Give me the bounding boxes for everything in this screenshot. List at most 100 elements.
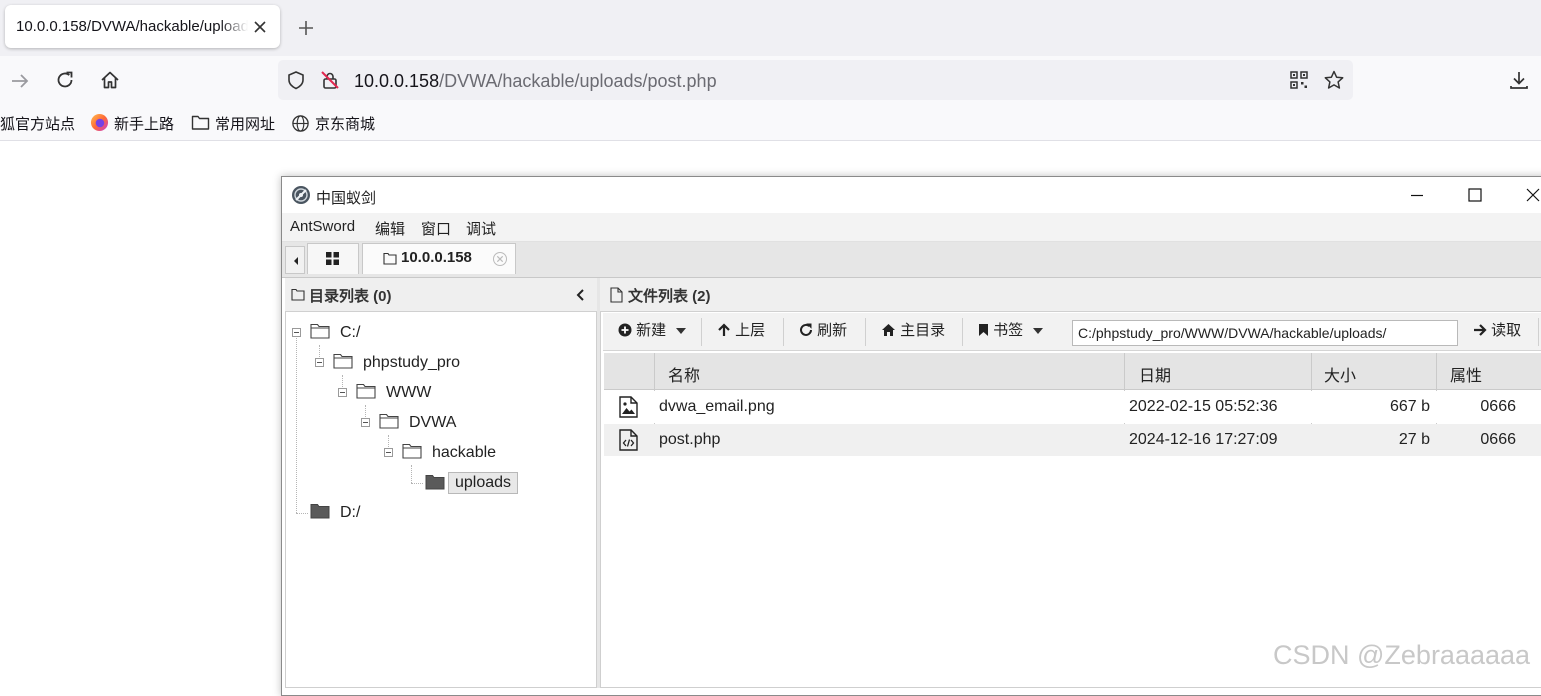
minimize-icon[interactable] xyxy=(1409,187,1425,203)
bookmark-icon xyxy=(979,324,988,336)
window-title: 中国蚁剑 xyxy=(316,190,377,207)
close-window-icon[interactable] xyxy=(1525,187,1541,203)
url-path: /DVWA/hackable/uploads/post.php xyxy=(439,71,717,91)
folder-outline-icon xyxy=(291,288,305,301)
column-header-attr[interactable]: 属性 xyxy=(1450,362,1482,386)
url-host: 10.0.0.158 xyxy=(354,71,440,91)
collapse-toggle-icon[interactable] xyxy=(292,328,301,337)
menu-window[interactable]: 窗口 xyxy=(421,218,451,239)
collapse-toggle-icon[interactable] xyxy=(338,388,347,397)
file-size: 27 b xyxy=(1398,431,1430,448)
file-size: 667 b xyxy=(1389,398,1430,415)
shield-icon[interactable] xyxy=(286,70,306,90)
collapse-toggle-icon[interactable] xyxy=(384,448,393,457)
menu-debug[interactable]: 调试 xyxy=(466,218,496,239)
file-row[interactable]: dvwa_email.png 2022-02-15 05:52:36 667 b… xyxy=(604,391,1541,423)
tree-node-phpstudy-pro[interactable]: phpstudy_pro xyxy=(313,352,513,374)
folder-filled-icon xyxy=(310,504,330,519)
menu-edit[interactable]: 编辑 xyxy=(375,218,405,239)
up-level-button[interactable]: 上层 xyxy=(717,321,765,341)
file-outline-icon xyxy=(610,287,623,303)
folder-open-icon xyxy=(356,383,376,399)
menu-antsword[interactable]: AntSword xyxy=(290,218,355,235)
file-attr: 0666 xyxy=(1480,398,1516,415)
qr-code-icon[interactable] xyxy=(1289,70,1309,90)
file-name: dvwa_email.png xyxy=(659,398,775,415)
antsword-logo-icon xyxy=(292,186,310,204)
watermark: CSDN @Zebraaaaaa xyxy=(1273,640,1531,670)
column-header-date[interactable]: 日期 xyxy=(1139,362,1171,386)
new-button-label: 新建 xyxy=(636,322,667,339)
grid-icon xyxy=(326,252,339,265)
window-titlebar[interactable] xyxy=(282,177,1541,213)
column-header-name[interactable]: 名称 xyxy=(668,362,700,386)
url-text[interactable]: 10.0.0.158/DVWA/hackable/uploads/post.ph… xyxy=(354,71,717,92)
folder-filled-icon xyxy=(425,475,445,490)
collapse-toggle-icon[interactable] xyxy=(315,358,324,367)
close-tab-icon[interactable] xyxy=(251,18,269,36)
tree-node-label: phpstudy_pro xyxy=(363,354,460,371)
bookmark-jd-mall[interactable]: 京东商城 xyxy=(315,113,375,134)
column-header-size[interactable]: 大小 xyxy=(1324,362,1356,386)
new-tab-icon[interactable] xyxy=(296,18,316,38)
file-row[interactable]: post.php 2024-12-16 17:27:09 27 b 0666 xyxy=(604,424,1541,456)
new-button[interactable]: 新建 xyxy=(618,321,687,341)
code-file-icon xyxy=(619,429,638,451)
refresh-label: 刷新 xyxy=(817,322,848,339)
file-name: post.php xyxy=(659,431,721,448)
firefox-icon xyxy=(90,113,109,132)
home-icon[interactable] xyxy=(99,69,121,91)
bookmark-label: 书签 xyxy=(993,322,1024,339)
folder-icon xyxy=(191,115,210,130)
tree-node-www[interactable]: WWW xyxy=(336,382,516,404)
bookmark-firefox-official[interactable]: 狐官方站点 xyxy=(0,113,75,134)
tab-title: 10.0.0.158/DVWA/hackable/uploads/post.ph… xyxy=(16,18,248,35)
session-tab[interactable]: 10.0.0.158 xyxy=(362,243,516,274)
bookmark-common-sites[interactable]: 常用网址 xyxy=(215,113,275,134)
tree-node-label: uploads xyxy=(448,472,519,494)
dashboard-tab[interactable] xyxy=(307,243,359,274)
arrow-right-icon xyxy=(1474,324,1487,336)
forward-icon[interactable] xyxy=(9,70,31,92)
path-input[interactable] xyxy=(1072,320,1458,346)
file-attr: 0666 xyxy=(1480,431,1516,448)
refresh-button[interactable]: 刷新 xyxy=(799,321,847,341)
insecure-lock-icon[interactable] xyxy=(320,70,340,90)
tree-node-d-drive[interactable]: D:/ xyxy=(309,502,429,524)
caret-down-icon xyxy=(676,328,687,334)
maximize-icon[interactable] xyxy=(1467,187,1483,203)
folder-open-icon xyxy=(310,323,330,339)
arrow-up-icon xyxy=(718,323,730,336)
folder-open-icon xyxy=(379,413,399,429)
browser-tab[interactable]: 10.0.0.158/DVWA/hackable/uploads/post.ph… xyxy=(5,5,280,48)
star-bookmark-icon[interactable] xyxy=(1323,69,1345,91)
reload-icon[interactable] xyxy=(54,69,76,91)
tab-scroll-left-button[interactable] xyxy=(285,246,305,274)
collapse-toggle-icon[interactable] xyxy=(361,418,370,427)
session-tab-label: 10.0.0.158 xyxy=(401,249,472,266)
download-icon[interactable] xyxy=(1508,69,1530,91)
plus-circle-icon xyxy=(618,323,632,337)
home-dir-button[interactable]: 主目录 xyxy=(881,321,945,341)
image-file-icon xyxy=(619,396,638,418)
bookmark-getting-started[interactable]: 新手上路 xyxy=(114,113,174,134)
tree-node-label: WWW xyxy=(386,384,432,401)
directory-panel-header: 目录列表 (0) xyxy=(285,278,597,312)
tree-node-dvwa[interactable]: DVWA xyxy=(359,412,519,434)
directory-panel-title: 目录列表 (0) xyxy=(309,288,392,305)
home-dir-label: 主目录 xyxy=(900,322,946,339)
tree-node-label: C:/ xyxy=(340,324,361,341)
caret-left-icon xyxy=(294,257,298,265)
caret-down-icon xyxy=(1033,328,1044,334)
folder-open-icon xyxy=(333,353,353,369)
tree-node-c-drive[interactable]: C:/ xyxy=(290,322,515,344)
tree-node-uploads[interactable]: uploads xyxy=(423,472,523,496)
file-date: 2022-02-15 05:52:36 xyxy=(1129,398,1278,415)
collapse-panel-icon[interactable] xyxy=(575,289,585,301)
bookmark-button[interactable]: 书签 xyxy=(978,321,1044,341)
read-button[interactable]: 读取 xyxy=(1473,321,1521,341)
file-grid-header xyxy=(604,353,1541,390)
tree-node-hackable[interactable]: hackable xyxy=(382,442,542,464)
close-session-tab-icon[interactable] xyxy=(492,251,508,267)
globe-icon xyxy=(292,115,309,132)
